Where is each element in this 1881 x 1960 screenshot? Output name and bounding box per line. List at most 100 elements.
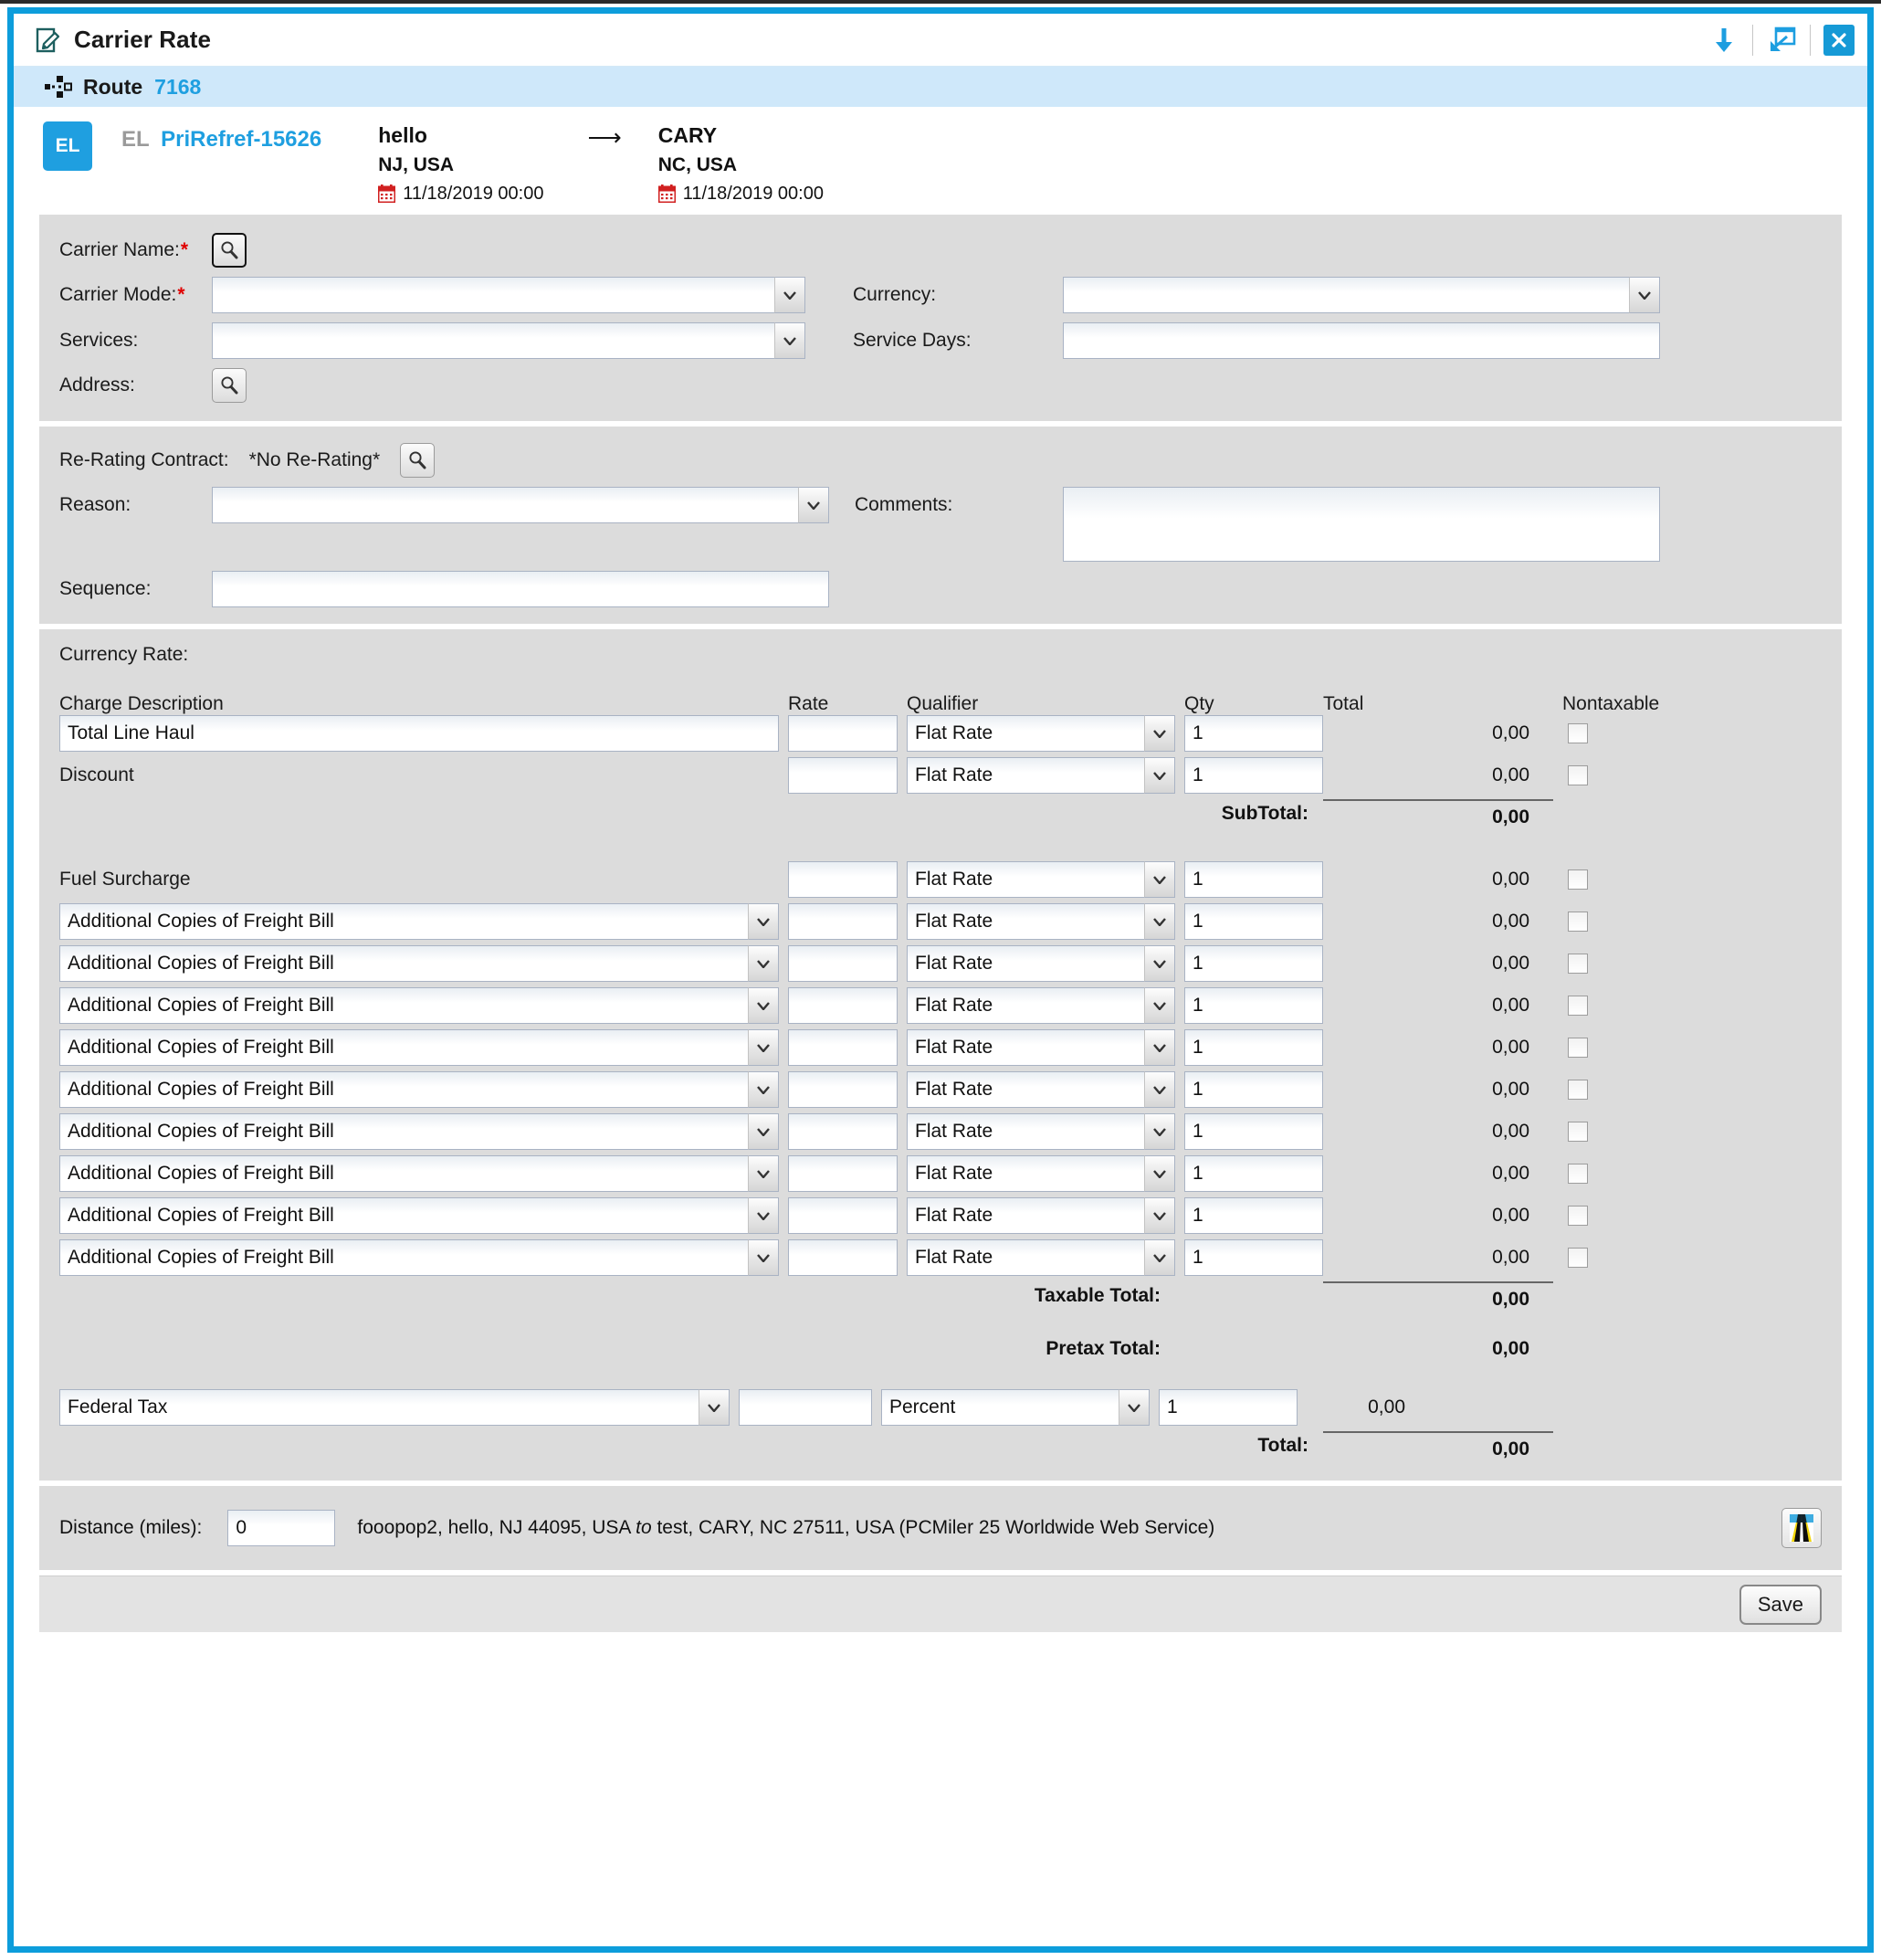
address-search-button[interactable] xyxy=(212,368,247,403)
charge-qty-input[interactable]: 1 xyxy=(1184,1029,1323,1066)
charge-description-value[interactable]: Additional Copies of Freight Bill xyxy=(59,945,748,982)
charge-description-value[interactable]: Additional Copies of Freight Bill xyxy=(59,1113,748,1150)
comments-textarea[interactable] xyxy=(1063,487,1660,562)
chevron-down-icon[interactable] xyxy=(1144,757,1175,794)
charge-qualifier-select[interactable]: Flat Rate xyxy=(907,715,1175,752)
charge-qualifier-value[interactable]: Flat Rate xyxy=(907,903,1144,940)
shipment-reference-link[interactable]: PriRefref-15626 xyxy=(161,127,321,152)
charge-description-input[interactable]: Total Line Haul xyxy=(59,715,779,752)
charge-description-select[interactable]: Additional Copies of Freight Bill xyxy=(59,1113,779,1150)
charge-qualifier-select[interactable]: Flat Rate xyxy=(907,1197,1175,1234)
chevron-down-icon[interactable] xyxy=(1144,1029,1175,1066)
charge-qualifier-value[interactable]: Flat Rate xyxy=(907,1113,1144,1150)
nontaxable-checkbox[interactable] xyxy=(1568,723,1588,743)
tax-description-select[interactable]: Federal Tax xyxy=(59,1389,730,1426)
reason-value[interactable] xyxy=(212,487,798,523)
charge-qty-input[interactable]: 1 xyxy=(1184,1071,1323,1108)
charge-rate-input[interactable] xyxy=(788,945,898,982)
chevron-down-icon[interactable] xyxy=(1629,277,1660,313)
chevron-down-icon[interactable] xyxy=(1144,1155,1175,1192)
chevron-down-icon[interactable] xyxy=(699,1389,730,1426)
chevron-down-icon[interactable] xyxy=(798,487,829,523)
nontaxable-checkbox[interactable] xyxy=(1568,1164,1588,1184)
chevron-down-icon[interactable] xyxy=(748,1029,779,1066)
route-number[interactable]: 7168 xyxy=(154,75,201,100)
charge-description-select[interactable]: Additional Copies of Freight Bill xyxy=(59,1155,779,1192)
charge-qualifier-select[interactable]: Flat Rate xyxy=(907,1029,1175,1066)
charge-qualifier-select[interactable]: Flat Rate xyxy=(907,861,1175,898)
charge-qty-input[interactable]: 1 xyxy=(1184,1113,1323,1150)
tax-rate-input[interactable] xyxy=(739,1389,872,1426)
charge-qualifier-value[interactable]: Flat Rate xyxy=(907,1155,1144,1192)
charge-rate-input[interactable] xyxy=(788,1197,898,1234)
road-map-icon[interactable] xyxy=(1781,1508,1822,1548)
chevron-down-icon[interactable] xyxy=(748,1155,779,1192)
carrier-mode-select[interactable] xyxy=(212,277,805,313)
charge-description-select[interactable]: Additional Copies of Freight Bill xyxy=(59,945,779,982)
charge-rate-input[interactable] xyxy=(788,1029,898,1066)
charge-qualifier-value[interactable]: Flat Rate xyxy=(907,861,1144,898)
charge-rate-input[interactable] xyxy=(788,1113,898,1150)
chevron-down-icon[interactable] xyxy=(748,1071,779,1108)
charge-qty-input[interactable]: 1 xyxy=(1184,903,1323,940)
currency-select[interactable] xyxy=(1063,277,1660,313)
chevron-down-icon[interactable] xyxy=(1144,987,1175,1024)
charge-qty-input[interactable]: 1 xyxy=(1184,987,1323,1024)
nontaxable-checkbox[interactable] xyxy=(1568,869,1588,890)
chevron-down-icon[interactable] xyxy=(1144,1197,1175,1234)
chevron-down-icon[interactable] xyxy=(1144,945,1175,982)
chevron-down-icon[interactable] xyxy=(1144,1239,1175,1276)
charge-qualifier-value[interactable]: Flat Rate xyxy=(907,945,1144,982)
charge-qty-input[interactable]: 1 xyxy=(1184,945,1323,982)
charge-qualifier-value[interactable]: Flat Rate xyxy=(907,987,1144,1024)
chevron-down-icon[interactable] xyxy=(748,1197,779,1234)
chevron-down-icon[interactable] xyxy=(1144,715,1175,752)
nontaxable-checkbox[interactable] xyxy=(1568,912,1588,932)
charge-rate-input[interactable] xyxy=(788,903,898,940)
charge-qualifier-value[interactable]: Flat Rate xyxy=(907,1239,1144,1276)
distance-input[interactable]: 0 xyxy=(227,1510,336,1546)
charge-rate-input[interactable] xyxy=(788,1155,898,1192)
nontaxable-checkbox[interactable] xyxy=(1568,1206,1588,1226)
charge-description-value[interactable]: Additional Copies of Freight Bill xyxy=(59,1239,748,1276)
chevron-down-icon[interactable] xyxy=(748,903,779,940)
charge-description-select[interactable]: Additional Copies of Freight Bill xyxy=(59,1029,779,1066)
chevron-down-icon[interactable] xyxy=(748,1113,779,1150)
charge-qty-input[interactable]: 1 xyxy=(1184,757,1323,794)
charge-qualifier-select[interactable]: Flat Rate xyxy=(907,945,1175,982)
charge-qualifier-value[interactable]: Flat Rate xyxy=(907,1197,1144,1234)
chevron-down-icon[interactable] xyxy=(1144,903,1175,940)
charge-qty-input[interactable]: 1 xyxy=(1184,1197,1323,1234)
chevron-down-icon[interactable] xyxy=(1144,861,1175,898)
charge-rate-input[interactable] xyxy=(788,861,898,898)
carrier-mode-value[interactable] xyxy=(212,277,774,313)
carrier-name-search-button[interactable] xyxy=(212,233,247,268)
save-button[interactable]: Save xyxy=(1739,1584,1822,1625)
charge-qualifier-value[interactable]: Flat Rate xyxy=(907,1071,1144,1108)
chevron-down-icon[interactable] xyxy=(748,945,779,982)
charge-description-value[interactable]: Additional Copies of Freight Bill xyxy=(59,1029,748,1066)
charge-qualifier-select[interactable]: Flat Rate xyxy=(907,1239,1175,1276)
nontaxable-checkbox[interactable] xyxy=(1568,996,1588,1016)
close-button[interactable] xyxy=(1811,14,1867,66)
services-value[interactable] xyxy=(212,322,774,359)
charge-qualifier-select[interactable]: Flat Rate xyxy=(907,1155,1175,1192)
charge-description-value[interactable]: Additional Copies of Freight Bill xyxy=(59,1071,748,1108)
charge-rate-input[interactable] xyxy=(788,757,898,794)
nontaxable-checkbox[interactable] xyxy=(1568,1080,1588,1100)
charge-description-select[interactable]: Additional Copies of Freight Bill xyxy=(59,1239,779,1276)
charge-qualifier-select[interactable]: Flat Rate xyxy=(907,1071,1175,1108)
charge-qty-input[interactable]: 1 xyxy=(1184,861,1323,898)
reason-select[interactable] xyxy=(212,487,829,523)
charge-qualifier-select[interactable]: Flat Rate xyxy=(907,903,1175,940)
charge-qualifier-value[interactable]: Flat Rate xyxy=(907,1029,1144,1066)
charge-rate-input[interactable] xyxy=(788,715,898,752)
charge-description-select[interactable]: Additional Copies of Freight Bill xyxy=(59,987,779,1024)
service-days-input[interactable] xyxy=(1063,322,1660,359)
chevron-down-icon[interactable] xyxy=(1119,1389,1150,1426)
charge-rate-input[interactable] xyxy=(788,987,898,1024)
tax-description-value[interactable]: Federal Tax xyxy=(59,1389,699,1426)
charge-description-select[interactable]: Additional Copies of Freight Bill xyxy=(59,1071,779,1108)
sequence-input[interactable] xyxy=(212,571,829,607)
charge-description-select[interactable]: Additional Copies of Freight Bill xyxy=(59,903,779,940)
